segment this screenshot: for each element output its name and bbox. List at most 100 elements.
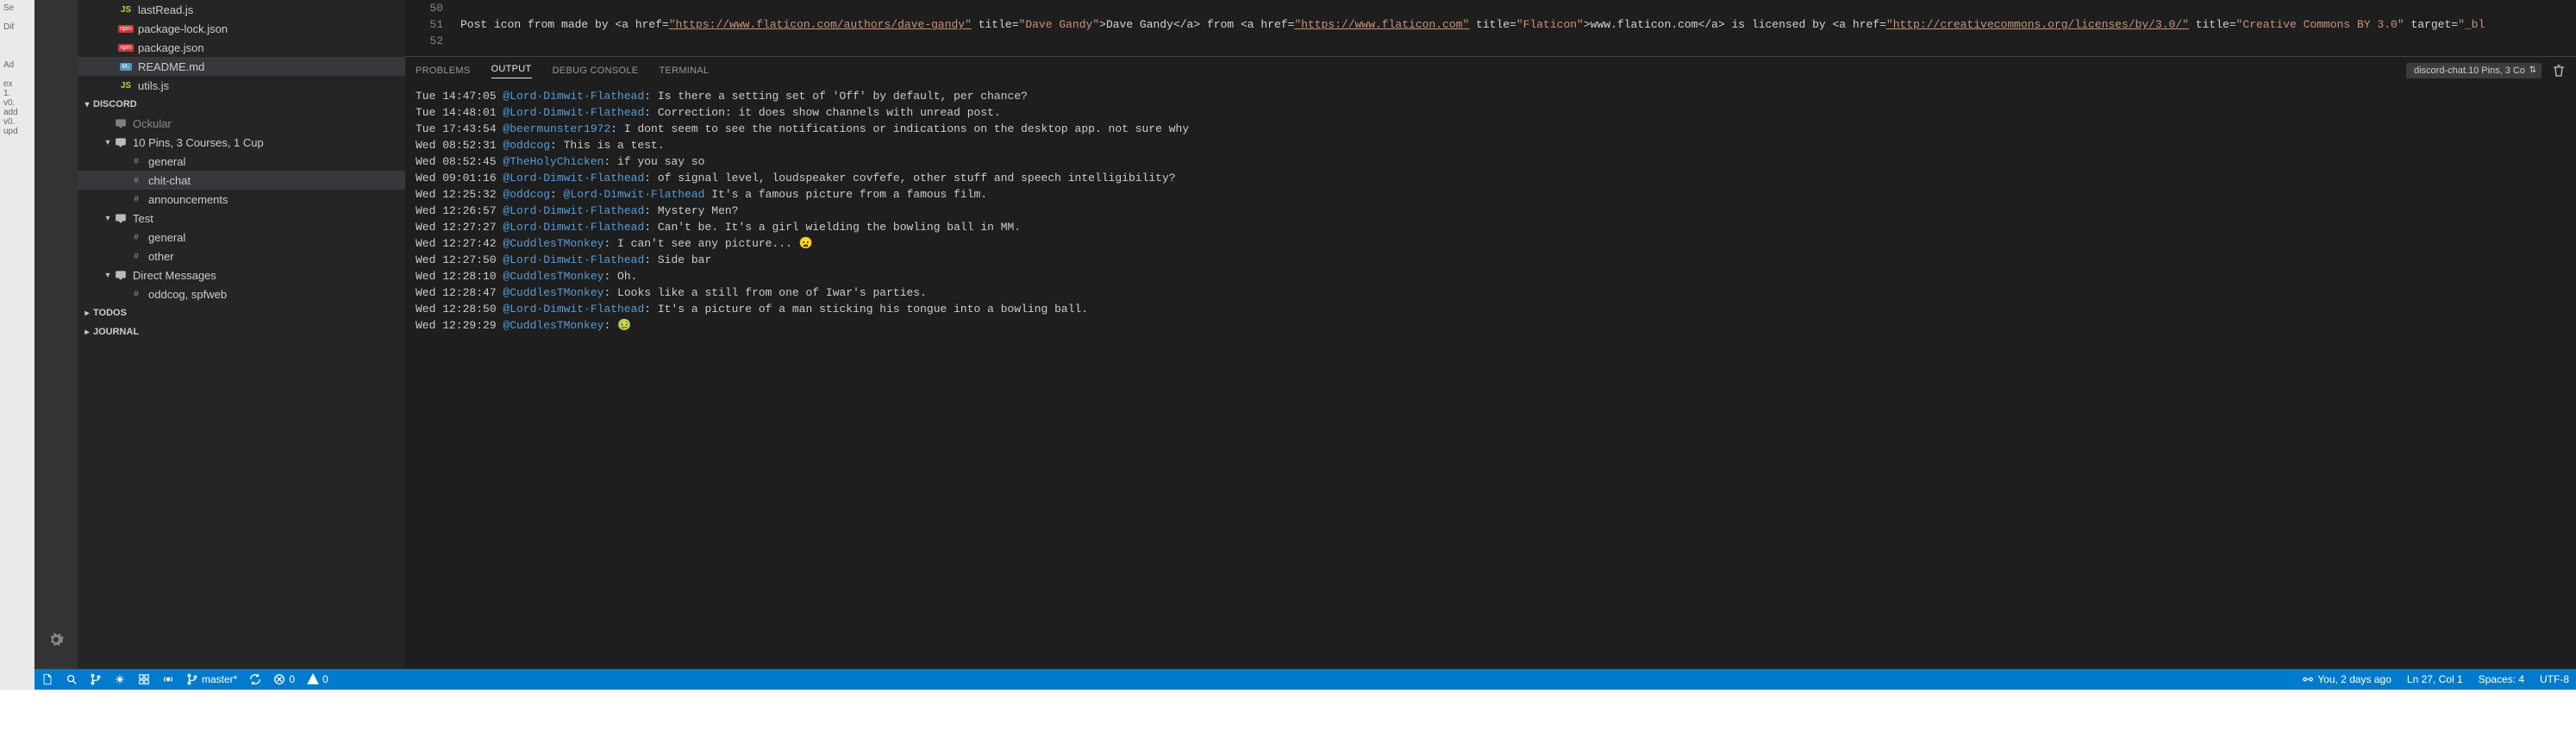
discord-dm-icon <box>114 268 128 282</box>
log-user: @TheHolyChicken <box>503 155 603 168</box>
channel-item[interactable]: # chit-chat <box>78 171 405 190</box>
log-user: @Lord·Dimwit·Flathead <box>503 221 644 234</box>
output-channel-dropdown[interactable]: discord-chat.10 Pins, 3 Co <box>2406 63 2542 78</box>
chevron-down-icon: ▾ <box>81 100 93 109</box>
log-timestamp: Wed 12:28:47 <box>416 286 503 299</box>
hash-icon: # <box>129 287 143 301</box>
status-git-blame[interactable]: You, 2 days ago <box>2302 673 2392 685</box>
server-item[interactable]: ▾ Test <box>78 209 405 228</box>
branch-name: master* <box>202 673 237 685</box>
log-line: Wed 12:27:42 @CuddlesTMonkey: I can't se… <box>416 235 2566 252</box>
tab-terminal[interactable]: TERMINAL <box>659 66 709 76</box>
log-message: : I can't see any picture... 😦 <box>603 237 812 250</box>
server-item[interactable]: Ockular <box>78 114 405 133</box>
log-timestamp: Wed 08:52:31 <box>416 139 503 152</box>
log-line: Wed 12:29:29 @CuddlesTMonkey: 🤢 <box>416 317 2566 334</box>
log-line: Wed 08:52:31 @oddcog: This is a test. <box>416 137 2566 153</box>
status-errors[interactable]: 0 <box>273 673 295 685</box>
file-name: utils.js <box>138 79 169 92</box>
log-user: @Lord·Dimwit·Flathead <box>503 303 644 316</box>
channel-item[interactable]: # other <box>78 247 405 266</box>
channel-item[interactable]: # general <box>78 152 405 171</box>
discord-server-icon <box>114 135 128 149</box>
log-line: Wed 12:28:10 @CuddlesTMonkey: Oh. <box>416 268 2566 284</box>
file-item[interactable]: JS lastRead.js <box>78 0 405 19</box>
channel-name: general <box>148 155 185 168</box>
log-message: : Looks like a still from one of Iwar's … <box>603 286 926 299</box>
file-item[interactable]: M↓ README.md <box>78 57 405 76</box>
md-file-icon: M↓ <box>119 59 133 73</box>
status-cursor-position[interactable]: Ln 27, Col 1 <box>2407 673 2463 685</box>
js-file-icon: JS <box>119 78 133 92</box>
settings-gear-icon[interactable] <box>46 629 66 650</box>
section-journal[interactable]: ▸ JOURNAL <box>78 322 405 341</box>
status-branch-icon[interactable] <box>90 673 102 685</box>
log-line: Wed 12:25:32 @oddcog: @Lord·Dimwit·Flath… <box>416 186 2566 203</box>
log-timestamp: Wed 12:26:57 <box>416 204 503 217</box>
tab-problems[interactable]: PROBLEMS <box>416 66 471 76</box>
dm-label: Direct Messages <box>133 269 216 282</box>
channel-name: general <box>148 231 185 244</box>
log-timestamp: Tue 17:43:54 <box>416 122 503 135</box>
section-todos[interactable]: ▸ TODOS <box>78 303 405 322</box>
status-sync-icon[interactable] <box>249 673 261 685</box>
log-user: @Lord·Dimwit·Flathead <box>503 253 644 266</box>
chevron-down-icon: ▾ <box>102 271 114 280</box>
log-message: : It's a picture of a man sticking his t… <box>644 303 1088 316</box>
log-timestamp: Wed 09:01:16 <box>416 172 503 184</box>
log-line: Wed 12:27:50 @Lord·Dimwit·Flathead: Side… <box>416 252 2566 268</box>
log-user: @CuddlesTMonkey <box>503 237 603 250</box>
sidebar: JS lastRead.js npm package-lock.json npm… <box>78 0 405 669</box>
log-timestamp: Wed 12:29:29 <box>416 319 503 332</box>
file-item[interactable]: npm package.json <box>78 38 405 57</box>
log-user: @CuddlesTMonkey <box>503 286 603 299</box>
discord-server-icon <box>114 211 128 225</box>
tab-output[interactable]: OUTPUT <box>491 64 532 78</box>
server-item[interactable]: ▾ 10 Pins, 3 Courses, 1 Cup <box>78 133 405 152</box>
blame-text: You, 2 days ago <box>2317 673 2392 685</box>
channel-item[interactable]: # general <box>78 228 405 247</box>
log-line: Wed 12:26:57 @Lord·Dimwit·Flathead: Myst… <box>416 203 2566 219</box>
file-item[interactable]: npm package-lock.json <box>78 19 405 38</box>
status-warnings[interactable]: 0 <box>307 673 328 685</box>
chevron-right-icon: ▸ <box>81 309 93 318</box>
log-line: Tue 14:47:05 @Lord·Dimwit·Flathead: Is t… <box>416 88 2566 104</box>
code-editor[interactable]: 50 51 Post icon from made by <a href="ht… <box>405 0 2576 56</box>
channel-name: chit-chat <box>148 174 191 187</box>
log-message: : <box>550 188 564 201</box>
status-file-icon[interactable] <box>41 673 53 685</box>
activity-bar <box>34 0 78 669</box>
status-git-branch[interactable]: master* <box>186 673 237 685</box>
section-discord[interactable]: ▾ DISCORD <box>78 95 405 114</box>
file-name: package-lock.json <box>138 22 228 35</box>
status-extensions-icon[interactable] <box>138 673 150 685</box>
server-name: Test <box>133 212 153 225</box>
file-item[interactable]: JS utils.js <box>78 76 405 95</box>
status-debug-icon[interactable] <box>114 673 126 685</box>
output-panel[interactable]: Tue 14:47:05 @Lord·Dimwit·Flathead: Is t… <box>405 84 2576 669</box>
status-indent[interactable]: Spaces: 4 <box>2479 673 2524 685</box>
discord-server-icon <box>114 116 128 130</box>
code-text: Post icon from made by <a href="https://… <box>460 16 2485 33</box>
log-message: : Is there a setting set of 'Off' by def… <box>644 90 1028 103</box>
hash-icon: # <box>129 173 143 187</box>
channel-item[interactable]: # announcements <box>78 190 405 209</box>
dm-group[interactable]: ▾ Direct Messages <box>78 266 405 284</box>
status-search-icon[interactable] <box>66 673 78 685</box>
file-name: package.json <box>138 41 204 54</box>
tab-debug-console[interactable]: DEBUG CONSOLE <box>553 66 639 76</box>
line-number: 52 <box>405 33 460 49</box>
clear-output-icon[interactable] <box>2552 64 2566 78</box>
log-user: @Lord·Dimwit·Flathead <box>503 106 644 119</box>
background-area <box>0 690 2576 750</box>
status-encoding[interactable]: UTF-8 <box>2540 673 2569 685</box>
log-user: @CuddlesTMonkey <box>503 319 603 332</box>
line-number: 51 <box>405 16 460 33</box>
server-name: Ockular <box>133 117 172 130</box>
status-live-icon[interactable] <box>162 673 174 685</box>
dm-item[interactable]: # oddcog, spfweb <box>78 284 405 303</box>
file-name: lastRead.js <box>138 3 193 16</box>
log-timestamp: Tue 14:48:01 <box>416 106 503 119</box>
file-name: README.md <box>138 60 204 73</box>
warning-count: 0 <box>322 673 328 685</box>
